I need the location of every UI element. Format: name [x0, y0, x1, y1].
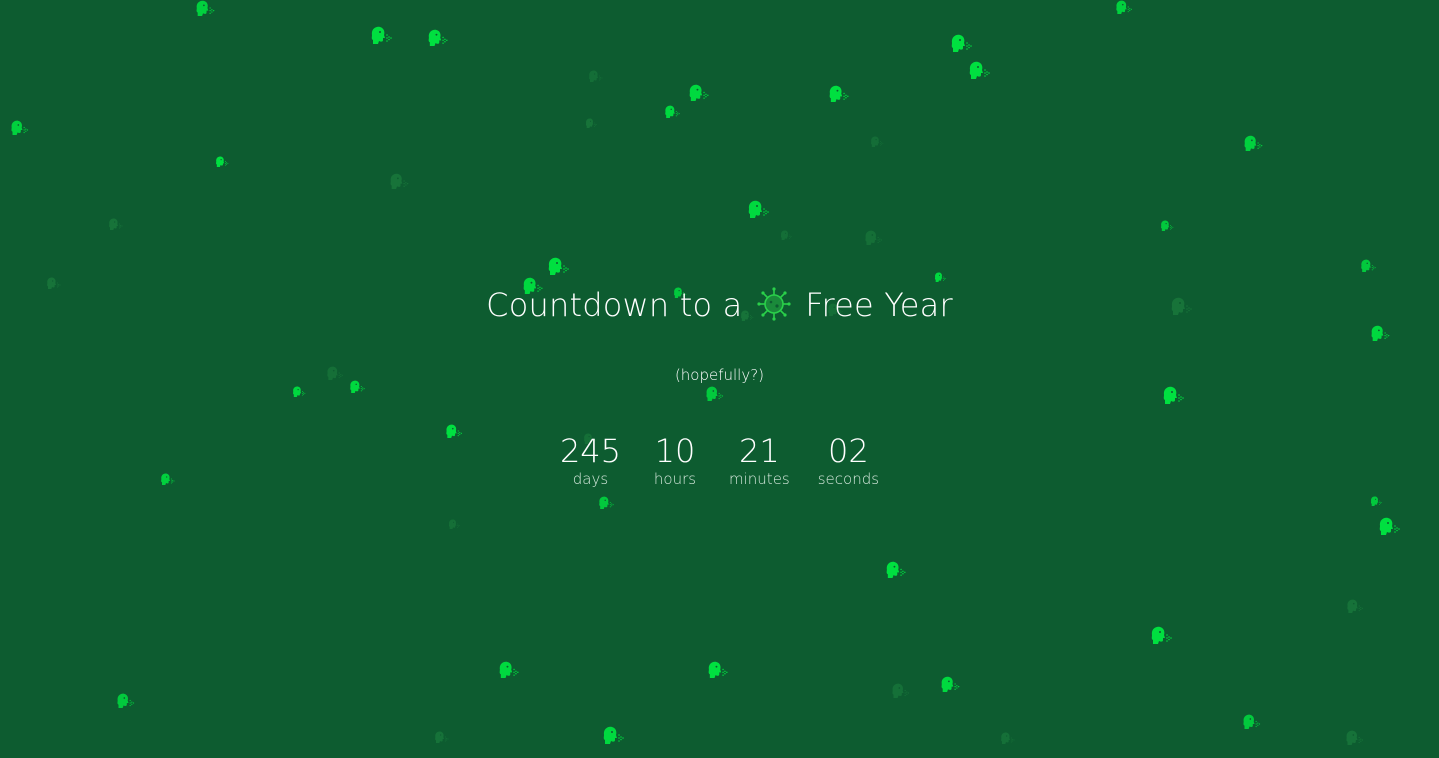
- hours-value: 10: [654, 432, 696, 470]
- countdown-days: 245 days: [560, 432, 621, 488]
- page: Countdown to a Free Year (hopefully?) 24…: [0, 0, 1439, 758]
- minutes-label: minutes: [729, 470, 790, 488]
- minutes-value: 21: [739, 432, 780, 470]
- countdown-panel: Countdown to a Free Year (hopefully?) 24…: [0, 0, 1439, 758]
- days-label: days: [572, 470, 609, 488]
- countdown-timer: 245 days 10 hours 21 minutes 02 seconds: [0, 432, 1439, 488]
- title-text-before: Countdown to a: [486, 286, 743, 324]
- seconds-label: seconds: [817, 470, 880, 488]
- title-text-after: Free Year: [805, 286, 953, 324]
- subtitle: (hopefully?): [674, 366, 765, 384]
- page-title: Countdown to a Free Year: [0, 286, 1439, 324]
- countdown-minutes: 21 minutes: [729, 432, 790, 488]
- countdown-seconds: 02 seconds: [818, 432, 879, 488]
- hours-label: hours: [653, 470, 697, 488]
- days-value: 245: [559, 432, 622, 470]
- countdown-hours: 10 hours: [649, 432, 701, 488]
- seconds-value: 02: [828, 432, 869, 470]
- virus-icon: [757, 287, 791, 321]
